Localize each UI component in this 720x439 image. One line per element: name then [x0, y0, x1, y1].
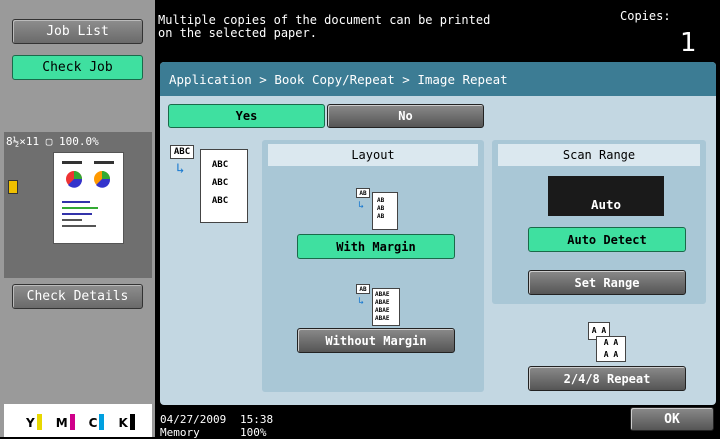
memory-value: 100% [240, 426, 267, 439]
toner-bar [99, 414, 105, 430]
without-margin-page: ABAE ABAE ABAE ABAE [372, 288, 400, 326]
breadcrumb: Application > Book Copy/Repeat > Image R… [160, 62, 716, 96]
toner-label: Y [26, 416, 35, 430]
layout-title: Layout [268, 144, 478, 166]
repeat-abc-1: ABC [205, 158, 235, 172]
time: 15:38 [240, 413, 274, 426]
scan-range-display: Auto [548, 176, 664, 216]
copies-count: 1 [680, 28, 697, 58]
repeat-abc-3: ABC [205, 194, 235, 208]
toner-bar [129, 414, 135, 430]
job-list-button[interactable]: Job List [12, 19, 143, 44]
copies-label: Copies: [620, 9, 671, 23]
without-margin-button[interactable]: Without Margin [297, 328, 455, 353]
no-button[interactable]: No [327, 104, 484, 128]
check-details-button[interactable]: Check Details [12, 284, 143, 309]
ok-button[interactable]: OK [630, 407, 714, 431]
toner-c: C [89, 414, 105, 430]
toner-levels: YMCK [4, 404, 152, 437]
repeat-page: ABC ABC ABC [200, 149, 248, 223]
memory-label: Memory [160, 426, 200, 439]
with-margin-page: AB AB AB [372, 192, 398, 230]
toner-label: M [55, 416, 68, 430]
toner-y: Y [26, 414, 42, 430]
preview-page-thumbnail [53, 152, 124, 244]
toner-label: K [118, 416, 128, 430]
repeat-abc-2: ABC [205, 176, 235, 190]
arrow-icon: ↳ [176, 161, 185, 177]
preview-status: 8½×11 ▢ 100.0% [6, 135, 99, 148]
without-margin-orig: AB [356, 284, 370, 294]
with-margin-orig: AB [356, 188, 370, 198]
original-abc-label: ABC [170, 145, 194, 159]
date: 04/27/2009 [160, 413, 227, 426]
auto-detect-button[interactable]: Auto Detect [528, 227, 686, 252]
repeat-grid-icon: A A A AA A [588, 322, 628, 362]
check-job-button[interactable]: Check Job [12, 55, 143, 80]
repeat-button[interactable]: 2/4/8 Repeat [528, 366, 686, 391]
without-margin-icon: AB ↳ ABAE ABAE ABAE ABAE [356, 284, 400, 326]
toner-m: M [56, 414, 75, 430]
repeat-grid-page: A AA A [596, 336, 626, 362]
with-margin-icon: AB ↳ AB AB AB [356, 188, 400, 230]
set-range-button[interactable]: Set Range [528, 270, 686, 295]
without-margin-arrow-icon: ↳ [358, 296, 365, 307]
document-preview-icon [62, 161, 114, 227]
scan-range-title: Scan Range [498, 144, 700, 166]
toner-label: C [88, 416, 98, 430]
with-margin-arrow-icon: ↳ [358, 200, 365, 211]
toner-bar [69, 414, 75, 430]
toner-bar [36, 414, 42, 430]
layout-section [262, 140, 484, 392]
with-margin-button[interactable]: With Margin [297, 234, 455, 259]
image-repeat-icon: ABC ↳ ABC ABC ABC [170, 145, 252, 223]
info-message: Multiple copies of the document can be p… [158, 13, 491, 40]
toner-k: K [118, 414, 135, 430]
copy-stack-icon [8, 180, 18, 194]
yes-button[interactable]: Yes [168, 104, 325, 128]
